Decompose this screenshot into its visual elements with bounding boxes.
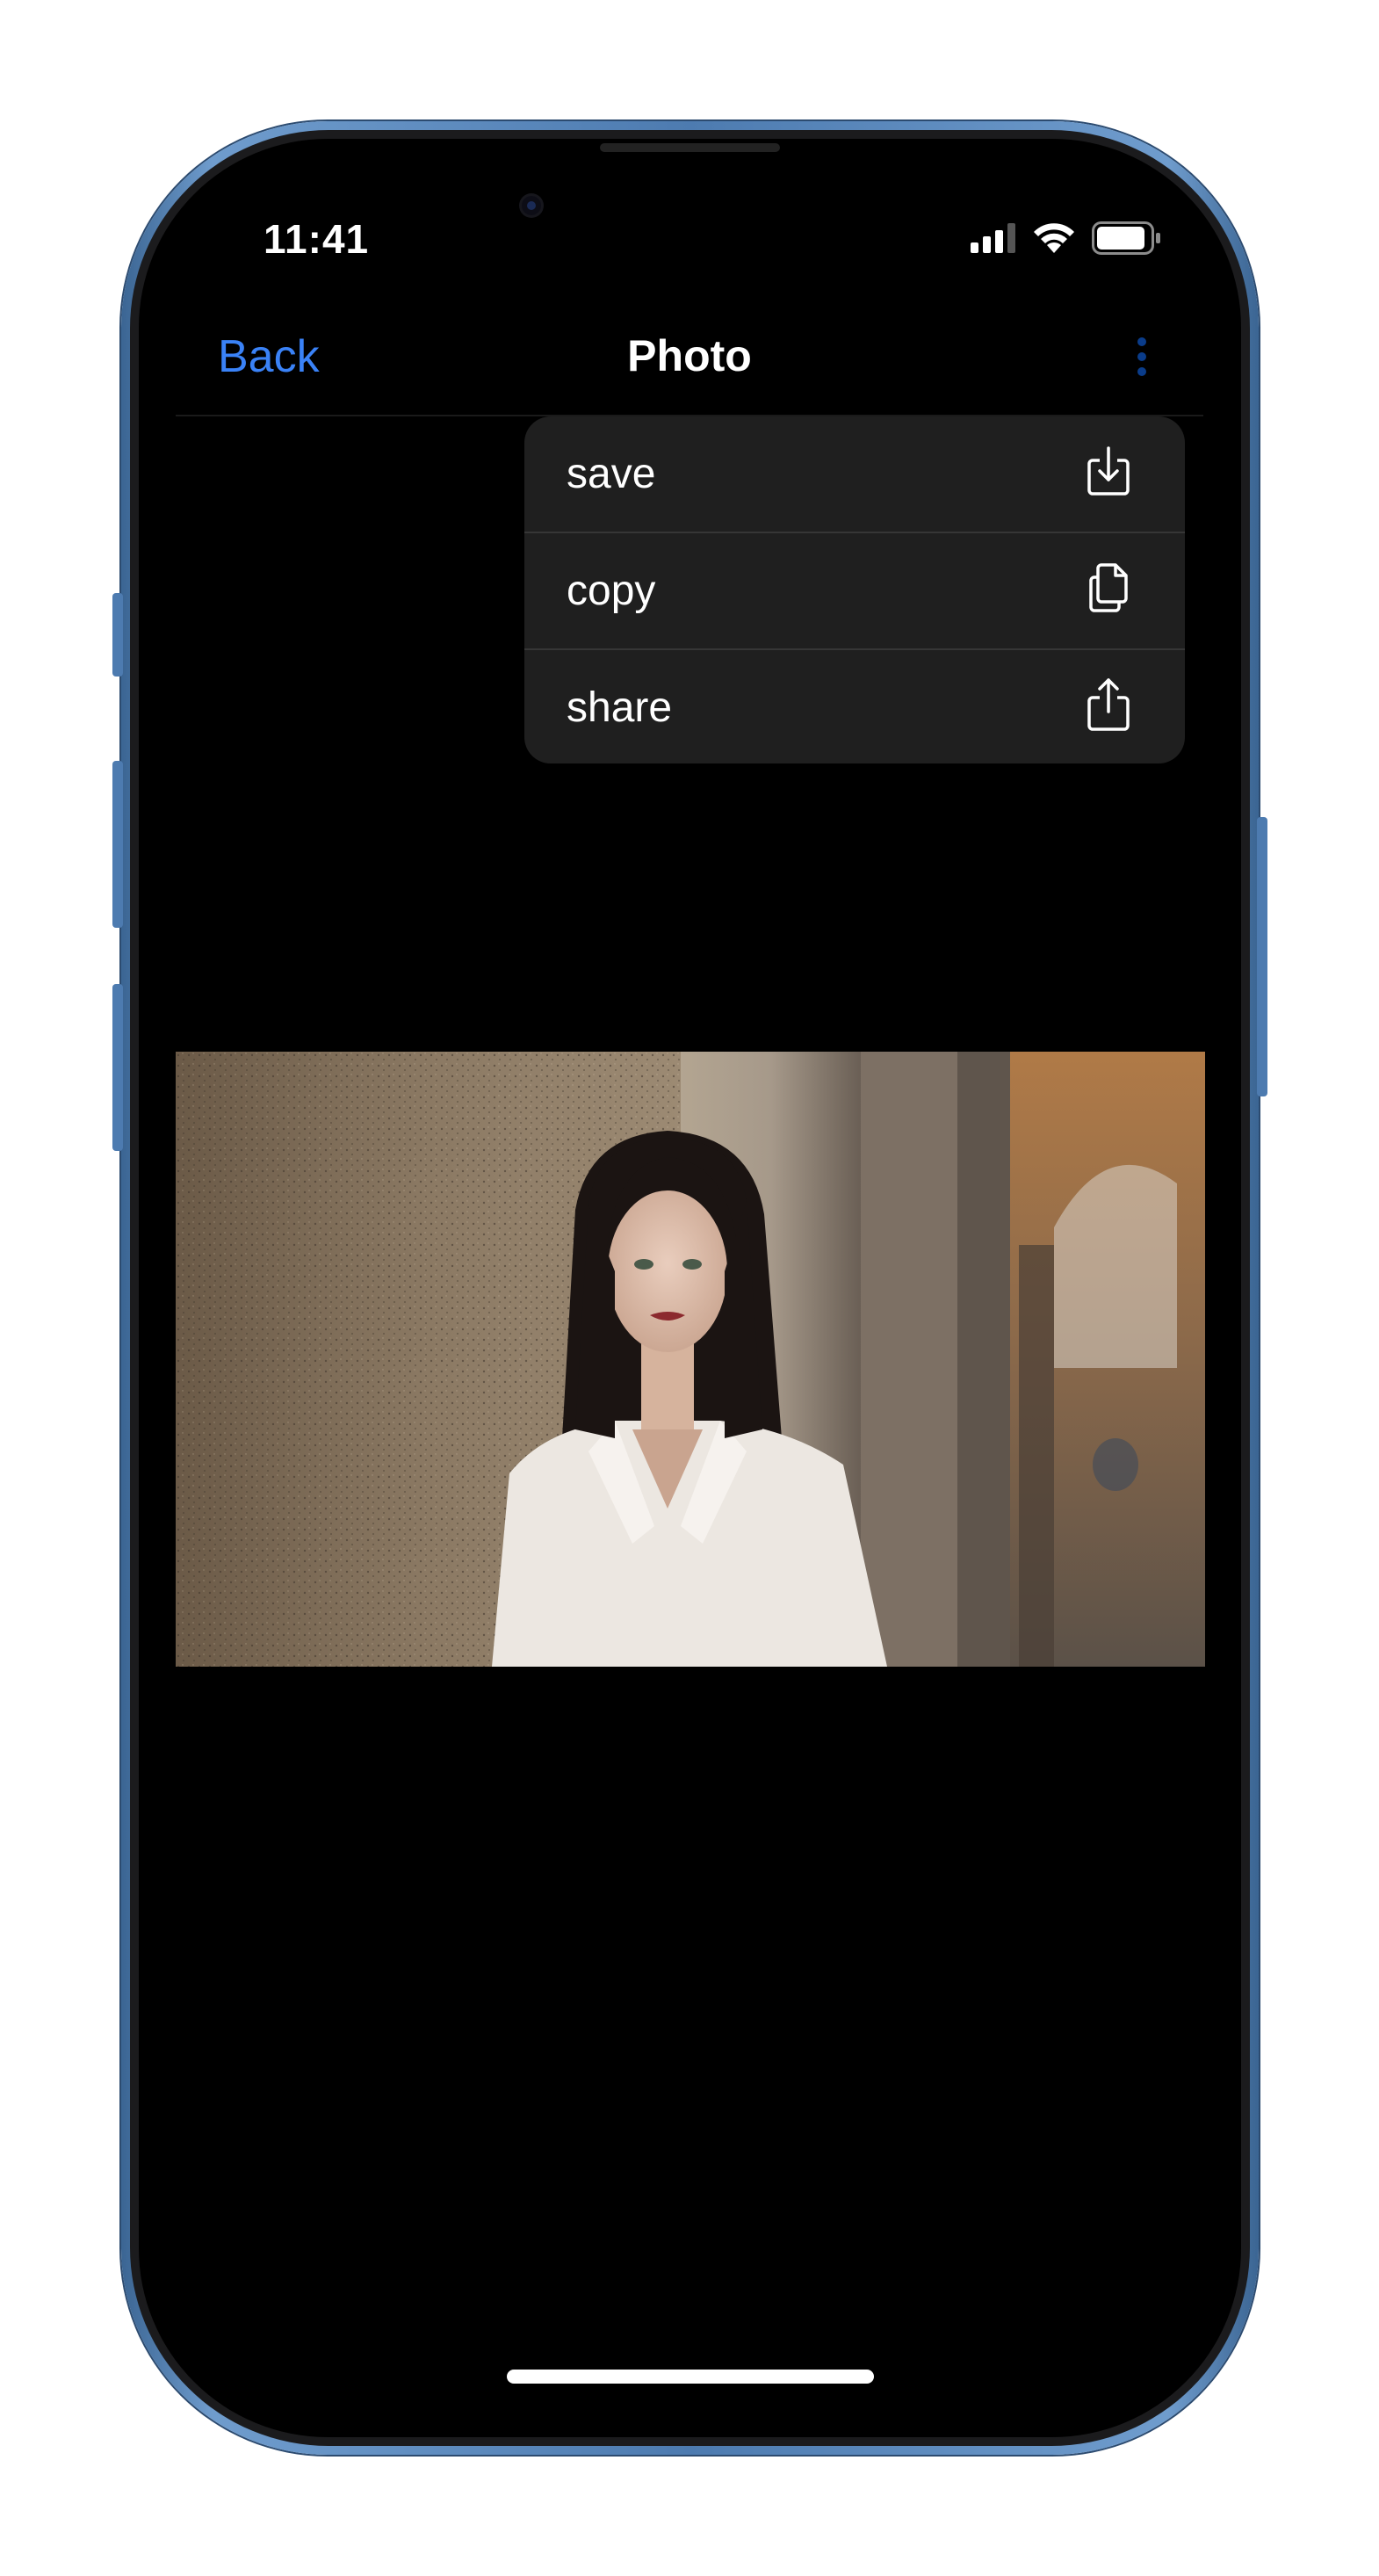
page-title: Photo	[627, 331, 752, 380]
share-icon	[1087, 678, 1130, 731]
power-button	[1257, 817, 1267, 1096]
volume-up-button	[112, 761, 123, 928]
more-vertical-icon[interactable]	[1124, 334, 1159, 380]
cellular-signal-icon	[971, 223, 1015, 253]
battery-icon	[1092, 221, 1160, 255]
portrait-photo	[176, 1052, 1205, 1667]
context-menu: save copy share	[524, 416, 1185, 763]
menu-item-label: share	[567, 684, 673, 731]
menu-item-label: save	[567, 451, 656, 497]
menu-item-copy[interactable]: copy	[524, 533, 1185, 648]
menu-item-label: copy	[567, 568, 656, 614]
status-time: 11:41	[264, 216, 370, 262]
home-indicator[interactable]	[507, 2370, 874, 2384]
front-camera	[522, 196, 541, 215]
menu-item-save[interactable]: save	[524, 416, 1185, 532]
speaker-grille	[600, 143, 780, 152]
photo[interactable]	[176, 1052, 1205, 1667]
side-button	[112, 593, 123, 677]
menu-item-share[interactable]: share	[524, 650, 1185, 763]
download-icon	[1087, 446, 1130, 496]
copy-icon	[1089, 563, 1128, 612]
volume-down-button	[112, 984, 123, 1151]
wifi-icon	[1034, 223, 1074, 253]
